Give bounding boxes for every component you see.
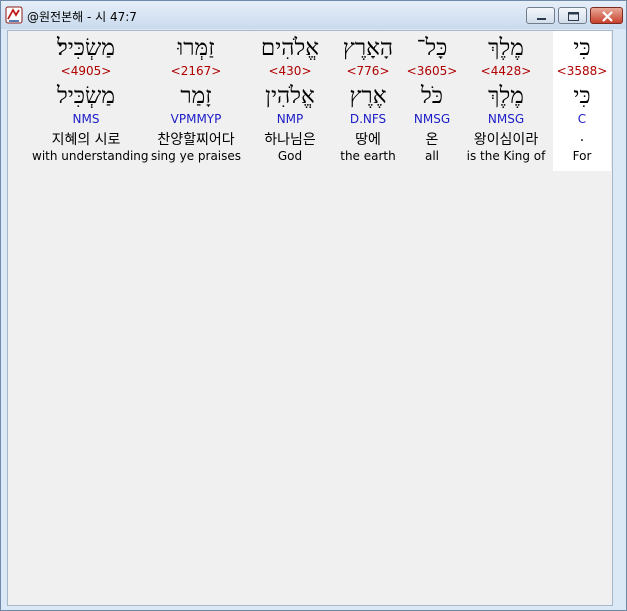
hebrew-lemma: מַשְׂכִּיל	[57, 83, 115, 109]
app-logo-icon	[5, 6, 23, 24]
minimize-icon	[537, 18, 546, 20]
strong-number[interactable]: <3605>	[404, 64, 460, 78]
english-gloss: the earth	[340, 149, 396, 163]
hebrew-lemma: זָמַר	[180, 83, 212, 109]
strong-number[interactable]: <4428>	[464, 64, 548, 78]
app-window: @원전본해 - 시 47:7 מַשְׂכִּיל׃ <4905> מַשְׂכ…	[0, 0, 627, 611]
word-column[interactable]: מֶלֶךְ <4428> מֶלֶךְ NMSG 왕이심이라 is the K…	[464, 31, 548, 171]
parsing-code: NMP	[276, 112, 304, 126]
maximize-icon	[568, 12, 579, 21]
hebrew-lemma: כִּי	[573, 83, 591, 109]
parsing-code: C	[577, 112, 587, 126]
hebrew-word: כִּי	[573, 35, 591, 61]
english-gloss: God	[277, 149, 303, 163]
word-column[interactable]: מַשְׂכִּיל׃ <4905> מַשְׂכִּיל NMS 지혜의 시로…	[32, 31, 149, 171]
hebrew-word: הָאָרֶץ	[342, 35, 394, 61]
english-gloss: sing ye praises	[150, 149, 242, 163]
hebrew-word: מַשְׂכִּיל׃	[57, 35, 115, 61]
english-gloss: with understanding	[32, 149, 149, 163]
word-column[interactable]: הָאָרֶץ <776> אֶרֶץ D.NFS 땅에 the earth	[336, 31, 400, 171]
hebrew-lemma: מֶלֶךְ	[488, 83, 524, 109]
korean-gloss: 온	[425, 132, 439, 148]
hebrew-word: מֶלֶךְ	[488, 35, 524, 61]
parsing-code: NMSG	[487, 112, 525, 126]
close-button[interactable]	[590, 7, 623, 24]
word-column[interactable]: כָּל־ <3605> כֹּל NMSG 온 all	[404, 31, 460, 171]
hebrew-word: כָּל־	[416, 35, 448, 61]
interlinear-panel: מַשְׂכִּיל׃ <4905> מַשְׂכִּיל NMS 지혜의 시로…	[7, 30, 613, 606]
hebrew-lemma: כֹּל	[420, 83, 443, 109]
korean-gloss: 하나님은	[264, 132, 316, 148]
title-bar[interactable]: @원전본해 - 시 47:7	[1, 1, 626, 29]
parsing-code: D.NFS	[349, 112, 387, 126]
maximize-button[interactable]	[558, 7, 587, 24]
english-gloss: all	[424, 149, 440, 163]
word-column-selected[interactable]: כִּי <3588> כִּי C . For	[553, 31, 611, 171]
english-gloss: For	[572, 149, 592, 163]
strong-number[interactable]: <4905>	[32, 64, 140, 78]
korean-gloss: .	[579, 129, 585, 145]
window-title: @원전본해 - 시 47:7	[27, 10, 137, 24]
korean-gloss: 찬양할찌어다	[157, 132, 235, 148]
strong-number[interactable]: <776>	[336, 64, 400, 78]
hebrew-word: אֱלֹהִים	[260, 35, 320, 61]
close-icon	[602, 11, 613, 22]
hebrew-lemma: אֱלֹהִין	[265, 83, 315, 109]
strong-number[interactable]: <2167>	[148, 64, 244, 78]
hebrew-lemma: אֶרֶץ	[349, 83, 387, 109]
strong-number[interactable]: <430>	[248, 64, 332, 78]
hebrew-word: זַמְּרוּ	[177, 35, 215, 61]
strong-number[interactable]: <3588>	[553, 64, 611, 78]
word-column[interactable]: אֱלֹהִים <430> אֱלֹהִין NMP 하나님은 God	[248, 31, 332, 171]
korean-gloss: 왕이심이라	[473, 132, 539, 148]
korean-gloss: 땅에	[355, 132, 381, 148]
word-column[interactable]: זַמְּרוּ <2167> זָמַר VPMMYP 찬양할찌어다 sing…	[148, 31, 244, 171]
parsing-code: VPMMYP	[170, 112, 222, 126]
parsing-code: NMS	[72, 112, 100, 126]
parsing-code: NMSG	[413, 112, 451, 126]
korean-gloss: 지혜의 시로	[51, 132, 121, 148]
english-gloss: is the King of	[466, 149, 546, 163]
minimize-button[interactable]	[526, 7, 555, 24]
